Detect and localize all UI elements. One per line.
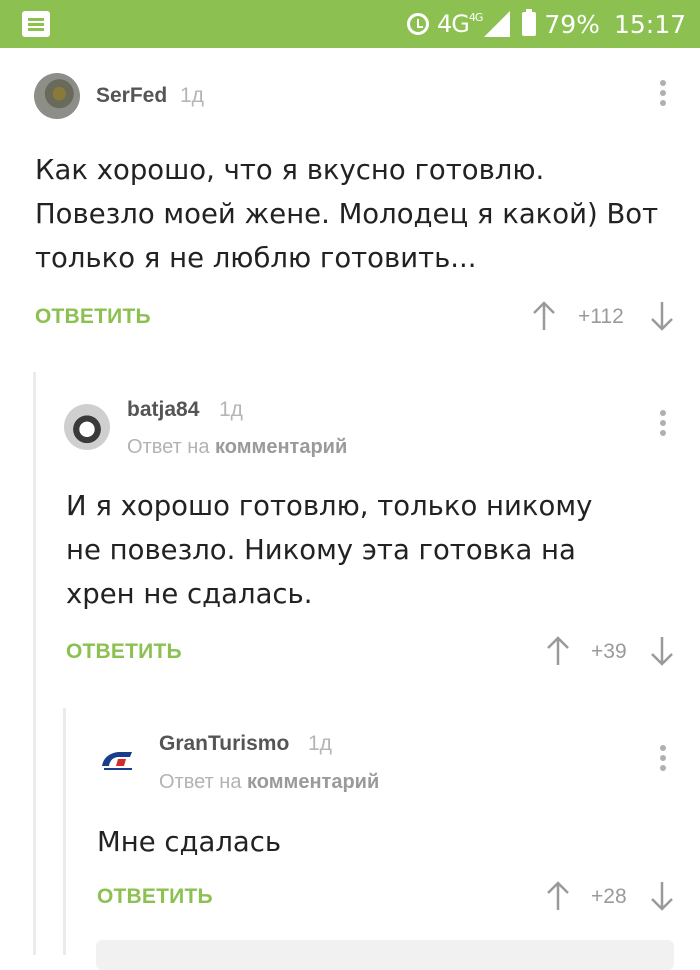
battery-percent: 79% (544, 9, 600, 39)
thread-line (63, 708, 66, 955)
reply-button[interactable]: ОТВЕТИТЬ (97, 885, 213, 909)
comment-author[interactable]: batja84 (127, 398, 199, 422)
upvote-icon[interactable] (545, 881, 571, 911)
comment-text: И я хорошо готовлю, только никому не пов… (66, 490, 593, 610)
upvote-icon[interactable] (531, 301, 557, 331)
thread-line (33, 372, 36, 955)
comment-rating: +28 (591, 885, 627, 908)
comment-text: Как хорошо, что я вкусно готовлю. Повезл… (35, 154, 659, 274)
reply-to-link[interactable]: комментарий (215, 436, 347, 458)
avatar[interactable] (64, 404, 110, 450)
signal-icon (484, 11, 511, 37)
reply-button[interactable]: ОТВЕТИТЬ (35, 305, 151, 329)
downvote-icon[interactable] (649, 301, 675, 331)
avatar[interactable] (34, 73, 80, 119)
comment-rating: +39 (591, 640, 627, 663)
comment-age: 1д (308, 732, 332, 755)
comment-author[interactable]: GranTurismo (159, 732, 289, 756)
reply-to-label: Ответ на комментарий (127, 436, 348, 458)
app-notification-icon (22, 11, 50, 37)
reply-to-link[interactable]: комментарий (247, 771, 379, 793)
comment-author[interactable]: SerFed (96, 84, 167, 108)
avatar[interactable] (96, 738, 142, 784)
downvote-icon[interactable] (649, 636, 675, 666)
next-comment-box (96, 940, 674, 970)
status-bar: 4G4G 79% 15:17 (0, 0, 700, 48)
comment-age: 1д (180, 84, 204, 107)
upvote-icon[interactable] (545, 636, 571, 666)
granturismo-logo-icon (102, 752, 132, 770)
downvote-icon[interactable] (649, 881, 675, 911)
more-icon[interactable] (660, 410, 666, 436)
comment-age: 1д (219, 398, 243, 421)
battery-icon (522, 9, 537, 36)
status-icons: 4G4G 79% 15:17 (406, 6, 686, 42)
reply-to-label: Ответ на комментарий (159, 771, 380, 793)
comment-rating: +112 (578, 305, 624, 328)
comment-text: Мне сдалась (97, 826, 282, 858)
more-icon[interactable] (660, 80, 666, 106)
reply-button[interactable]: ОТВЕТИТЬ (66, 640, 182, 664)
alarm-icon (406, 13, 429, 35)
network-indicator: 4G4G (436, 10, 483, 38)
more-icon[interactable] (660, 745, 666, 771)
clock: 15:17 (613, 9, 686, 39)
